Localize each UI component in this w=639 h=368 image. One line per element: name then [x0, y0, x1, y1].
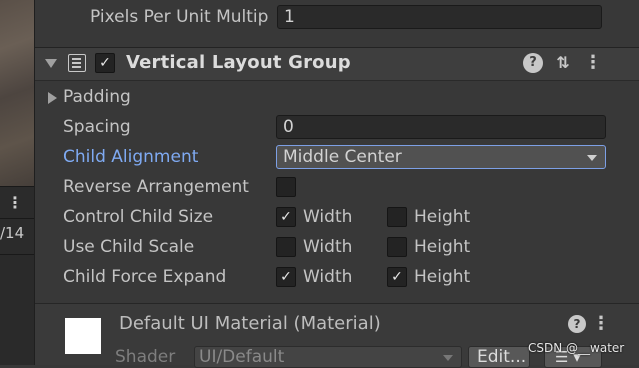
help-icon[interactable]: ? [523, 53, 543, 73]
material-title[interactable]: Default UI Material (Material) [119, 313, 381, 334]
layout-group-icon [68, 54, 86, 72]
shader-value: UI/Default [199, 347, 285, 367]
divider [0, 218, 34, 219]
reverse-arrangement-checkbox[interactable] [276, 177, 296, 197]
material-help-icon[interactable]: ? [568, 315, 586, 333]
child-alignment-value: Middle Center [283, 147, 402, 167]
use-child-scale-height-checkbox[interactable] [387, 237, 407, 257]
component-title: Vertical Layout Group [126, 52, 351, 73]
use-child-scale-height-label: Height [414, 237, 471, 257]
child-force-expand-width-checkbox[interactable]: ✓ [276, 267, 296, 287]
spacing-field[interactable]: 0 [276, 115, 606, 139]
child-force-expand-width-label: Width [303, 267, 353, 287]
chevron-down-icon [587, 155, 597, 161]
scene-preview-image [0, 0, 34, 186]
use-child-scale-width-label: Width [303, 237, 353, 257]
chevron-down-icon [443, 355, 453, 361]
shader-label: Shader [115, 347, 176, 367]
foldout-arrow-icon[interactable] [45, 59, 57, 68]
more-icon[interactable]: ⋮ [583, 52, 603, 74]
scene-number-text: /14 [0, 224, 25, 242]
child-alignment-dropdown[interactable]: Middle Center [276, 145, 606, 169]
child-force-expand-height-label: Height [414, 267, 471, 287]
child-force-expand-label: Child Force Expand [63, 267, 227, 287]
reverse-arrangement-label: Reverse Arrangement [63, 177, 249, 197]
padding-label[interactable]: Padding [63, 87, 131, 107]
watermark-text: CSDN @__water [528, 341, 625, 355]
control-child-size-height-label: Height [414, 207, 471, 227]
use-child-scale-label: Use Child Scale [63, 237, 195, 257]
control-child-size-label: Control Child Size [63, 207, 214, 227]
spacing-label: Spacing [63, 117, 131, 137]
component-enabled-checkbox[interactable]: ✓ [95, 53, 115, 73]
scene-lower-panel [0, 255, 34, 365]
material-more-icon[interactable]: ⋮ [592, 313, 610, 335]
use-child-scale-width-checkbox[interactable] [276, 237, 296, 257]
pixels-per-unit-field[interactable]: 1 [277, 5, 602, 29]
control-child-size-height-checkbox[interactable] [387, 207, 407, 227]
material-preview-swatch [65, 318, 101, 354]
control-child-size-width-label: Width [303, 207, 353, 227]
divider [0, 186, 34, 187]
control-child-size-width-checkbox[interactable]: ✓ [276, 207, 296, 227]
scene-menu-icon[interactable]: ⋮ [4, 192, 26, 214]
child-alignment-label: Child Alignment [63, 147, 199, 167]
padding-foldout-icon[interactable] [48, 92, 57, 104]
pixels-per-unit-label: Pixels Per Unit Multip [90, 7, 269, 27]
child-force-expand-height-checkbox[interactable]: ✓ [387, 267, 407, 287]
preset-icon[interactable]: ⇅ [553, 52, 573, 74]
